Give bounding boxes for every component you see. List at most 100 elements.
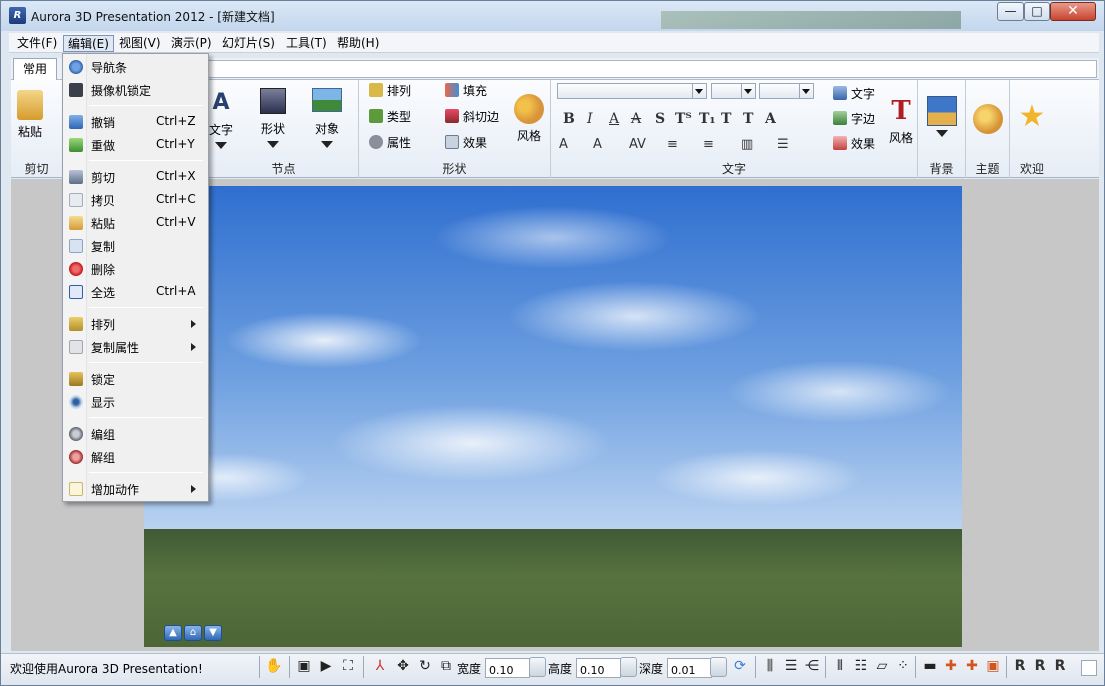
distribute-h-icon[interactable]: ⫴ — [831, 657, 849, 675]
reset-position-icon[interactable]: R — [1031, 657, 1049, 675]
text-case-button[interactable]: A — [765, 111, 776, 127]
menu-item-add-action[interactable]: 增加动作 — [65, 478, 206, 500]
menu-item-navigation[interactable]: 导航条 — [65, 56, 206, 78]
text-effect-button[interactable]: 效果 — [833, 135, 875, 153]
menu-help[interactable]: 帮助(H) — [333, 35, 383, 52]
font-size-combo[interactable] — [711, 83, 756, 99]
align-button[interactable]: ≡ — [703, 137, 714, 152]
menu-item-copy-property[interactable]: 复制属性 — [65, 336, 206, 358]
shape-effect-button[interactable]: 效果 — [445, 134, 487, 152]
text-wrap-button[interactable]: T — [743, 111, 753, 127]
menu-edit[interactable]: 编辑(E) — [63, 35, 114, 52]
align-center-icon[interactable]: ☰ — [782, 657, 800, 675]
maximize-button[interactable]: □ — [1024, 2, 1050, 21]
font-family-combo[interactable] — [557, 83, 707, 99]
text-frame-button[interactable]: T — [721, 111, 731, 127]
bold-button[interactable]: B — [563, 111, 575, 127]
equal-width-icon[interactable]: ▬ — [921, 657, 939, 675]
scale-icon[interactable]: ⧉ — [437, 657, 455, 675]
text-fill-button[interactable]: 文字 — [833, 85, 875, 103]
menu-item-camera-lock[interactable]: 摄像机锁定 — [65, 79, 206, 101]
nav-home-icon[interactable]: ⌂ — [184, 625, 202, 641]
menu-item-undo[interactable]: 撤销 Ctrl+Z — [65, 111, 206, 133]
list-button[interactable]: ☰ — [777, 137, 789, 152]
height-spin[interactable] — [620, 657, 637, 677]
menu-label: 全选 — [91, 284, 115, 301]
text-outline-button[interactable]: 字边 — [833, 110, 875, 128]
menu-item-duplicate[interactable]: 复制 — [65, 235, 206, 257]
add-object-button[interactable]: 对象 — [307, 88, 347, 148]
snap-icon[interactable]: ⁘ — [894, 657, 912, 675]
font-color-combo[interactable] — [759, 83, 814, 99]
play-icon[interactable]: ▶ — [317, 657, 335, 675]
strikethrough-button[interactable]: A — [631, 111, 641, 127]
move-icon[interactable]: ✥ — [394, 657, 412, 675]
superscript-button[interactable]: Tᵀ — [675, 111, 692, 127]
resize-grip[interactable] — [1081, 660, 1097, 676]
menu-slide[interactable]: 幻灯片(S) — [218, 35, 279, 52]
fit-view-icon[interactable]: ⛶ — [339, 657, 357, 675]
underline-button[interactable]: A — [609, 111, 619, 127]
equal-size-icon[interactable]: ▣ — [984, 657, 1002, 675]
menu-item-paste[interactable]: 粘贴 Ctrl+V — [65, 212, 206, 234]
close-button[interactable]: ✕ — [1050, 2, 1096, 21]
menu-item-copy[interactable]: 拷贝 Ctrl+C — [65, 189, 206, 211]
menu-tools[interactable]: 工具(T) — [282, 35, 331, 52]
3d-scene-canvas[interactable]: ▲⌂▼ — [144, 186, 962, 647]
align-left-icon[interactable]: ⫼ — [761, 657, 779, 675]
axis-icon[interactable]: ⅄ — [371, 657, 389, 675]
rotate-icon[interactable]: ↻ — [416, 657, 434, 675]
type-button[interactable]: 类型 — [369, 108, 411, 126]
shape-style-button[interactable]: 风格 — [511, 94, 547, 144]
text-style-button[interactable]: T 风格 — [885, 96, 917, 146]
depth-spin[interactable] — [710, 657, 727, 677]
arrange-button[interactable]: 排列 — [369, 82, 411, 100]
menu-item-cut[interactable]: 剪切 Ctrl+X — [65, 166, 206, 188]
char-spacing-button[interactable]: A — [593, 137, 602, 152]
property-button[interactable]: 属性 — [369, 134, 411, 152]
subscript-button[interactable]: T₁ — [699, 111, 716, 127]
distribute-v-icon[interactable]: ☷ — [852, 657, 870, 675]
menu-item-arrange[interactable]: 排列 — [65, 313, 206, 335]
bevel-button[interactable]: 斜切边 — [445, 108, 499, 126]
font-effect-button[interactable]: A — [559, 137, 568, 152]
italic-button[interactable]: I — [587, 111, 593, 127]
menu-item-select-all[interactable]: 全选 Ctrl+A — [65, 281, 206, 303]
shadow-button[interactable]: S — [655, 111, 665, 127]
menu-item-delete[interactable]: 删除 — [65, 258, 206, 280]
menu-item-show[interactable]: 显示 — [65, 391, 206, 413]
minimize-button[interactable]: — — [997, 2, 1024, 21]
tab-common[interactable]: 常用 — [13, 58, 57, 80]
menu-item-lock[interactable]: 锁定 — [65, 368, 206, 390]
theme-button[interactable] — [972, 104, 1004, 137]
width-input[interactable]: 0.10 — [485, 658, 530, 678]
align-right-icon[interactable]: ⋲ — [803, 657, 821, 675]
paste-button[interactable]: 粘贴 — [13, 90, 47, 140]
menu-present[interactable]: 演示(P) — [167, 35, 216, 52]
height-input[interactable]: 0.10 — [576, 658, 621, 678]
nav-up-icon[interactable]: ▲ — [164, 625, 182, 641]
menu-item-redo[interactable]: 重做 Ctrl+Y — [65, 134, 206, 156]
equal-height-icon[interactable]: ✚ — [942, 657, 960, 675]
background-button[interactable] — [924, 96, 960, 137]
kerning-button[interactable]: AV — [629, 137, 646, 152]
fill-button[interactable]: 填充 — [445, 82, 487, 100]
add-shape-button[interactable]: 形状 — [253, 88, 293, 148]
welcome-button[interactable]: ★ — [1016, 102, 1048, 135]
slide-icon[interactable]: ▣ — [295, 657, 313, 675]
menu-file[interactable]: 文件(F) — [13, 35, 61, 52]
menu-item-ungroup[interactable]: 解组 — [65, 446, 206, 468]
line-spacing-button[interactable]: ≡ — [667, 137, 678, 152]
nav-down-icon[interactable]: ▼ — [204, 625, 222, 641]
equal-depth-icon[interactable]: ✚ — [963, 657, 981, 675]
refresh-icon[interactable]: ⟳ — [731, 657, 749, 675]
columns-button[interactable]: ▥ — [741, 137, 753, 152]
width-spin[interactable] — [529, 657, 546, 677]
menu-view[interactable]: 视图(V) — [115, 35, 165, 52]
reset-rotation-icon[interactable]: R — [1011, 657, 1029, 675]
hand-tool-icon[interactable]: ✋ — [265, 657, 283, 675]
distribute-depth-icon[interactable]: ▱ — [873, 657, 891, 675]
reset-scale-icon[interactable]: R — [1051, 657, 1069, 675]
depth-input[interactable]: 0.01 — [667, 658, 712, 678]
menu-item-group[interactable]: 编组 — [65, 423, 206, 445]
